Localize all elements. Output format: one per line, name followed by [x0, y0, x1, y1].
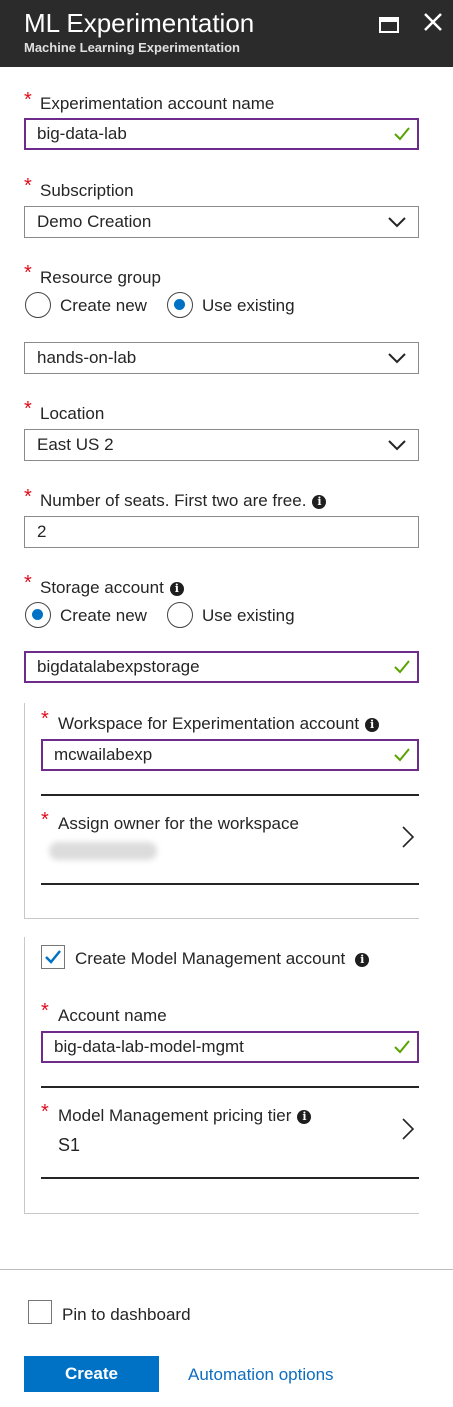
info-icon[interactable]: i [312, 495, 327, 509]
info-icon[interactable]: i [365, 718, 380, 732]
storage-label: Storage account [40, 578, 164, 597]
workspace-label-row: Workspace for Experimentation account i [58, 714, 380, 734]
info-icon[interactable]: i [297, 1110, 312, 1124]
create-model-management-label[interactable]: Create Model Management account [75, 949, 345, 968]
location-label: Location [40, 404, 105, 423]
chevron-down-icon [388, 353, 406, 364]
footer-divider [0, 1269, 453, 1270]
subscription-value: Demo Creation [37, 212, 152, 231]
pricing-tier-label: Model Management pricing tier [58, 1106, 292, 1125]
required-marker: * [24, 89, 32, 111]
pricing-tier-value: S1 [58, 1135, 81, 1155]
required-marker: * [41, 708, 49, 730]
pricing-tier-label-row: Model Management pricing tier i [58, 1106, 312, 1126]
maximize-icon[interactable] [376, 12, 402, 36]
required-marker: * [24, 486, 32, 508]
subscription-label: Subscription [40, 181, 134, 200]
workspace-label: Workspace for Experimentation account [58, 714, 360, 733]
automation-options-link[interactable]: Automation options [188, 1365, 334, 1385]
divider [41, 1177, 419, 1179]
account-name-input[interactable]: big-data-lab-model-mgmt [41, 1031, 419, 1063]
resource-group-label: Resource group [40, 268, 161, 287]
location-value: East US 2 [37, 435, 114, 454]
assign-owner-picker[interactable]: * Assign owner for the workspace [41, 800, 419, 880]
divider [41, 883, 419, 885]
storage-create-new-label[interactable]: Create new [60, 606, 147, 626]
divider [41, 794, 419, 796]
resource-group-create-new-radio[interactable] [25, 292, 51, 318]
account-name-label: Account name [58, 1006, 167, 1025]
location-select[interactable]: East US 2 [24, 429, 419, 461]
resource-group-use-existing-radio[interactable] [167, 292, 193, 318]
checkmark-icon [394, 1040, 410, 1054]
pin-to-dashboard-label[interactable]: Pin to dashboard [62, 1305, 191, 1325]
required-marker: * [24, 398, 32, 420]
seats-value: 2 [37, 522, 47, 541]
blade-header: ML Experimentation Machine Learning Expe… [0, 0, 453, 67]
experimentation-account-input[interactable]: big-data-lab [24, 118, 419, 150]
redacted-owner-value [49, 842, 157, 860]
close-icon[interactable] [420, 8, 446, 36]
storage-label-row: Storage account i [40, 578, 184, 598]
blade-subtitle: Machine Learning Experimentation [24, 40, 240, 55]
divider [41, 1086, 419, 1088]
seats-input[interactable]: 2 [24, 516, 419, 548]
seats-label-row: Number of seats. First two are free. i [40, 491, 327, 511]
account-name-value: big-data-lab-model-mgmt [54, 1037, 244, 1056]
blade-title: ML Experimentation [24, 8, 255, 38]
create-model-management-label-row: Create Model Management account i [75, 949, 370, 969]
required-marker: * [24, 175, 32, 197]
required-marker: * [24, 572, 32, 594]
storage-account-input[interactable]: bigdatalabexpstorage [24, 651, 419, 683]
resource-group-create-new-label[interactable]: Create new [60, 296, 147, 316]
pin-to-dashboard-checkbox[interactable] [28, 1300, 52, 1324]
storage-create-new-radio[interactable] [25, 602, 51, 628]
resource-group-use-existing-label[interactable]: Use existing [202, 296, 295, 316]
required-marker: * [41, 809, 49, 831]
experimentation-account-value: big-data-lab [37, 124, 127, 143]
chevron-right-icon [402, 826, 415, 848]
checkmark-icon [394, 660, 410, 674]
assign-owner-label: Assign owner for the workspace [58, 814, 299, 833]
experimentation-account-label: Experimentation account name [40, 94, 275, 113]
required-marker: * [41, 1101, 49, 1123]
chevron-down-icon [388, 440, 406, 451]
info-icon[interactable]: i [169, 582, 184, 596]
resource-group-value: hands-on-lab [37, 348, 137, 367]
workspace-input[interactable]: mcwailabexp [41, 739, 419, 771]
checkmark-icon [394, 748, 410, 762]
storage-use-existing-label[interactable]: Use existing [202, 606, 295, 626]
subscription-select[interactable]: Demo Creation [24, 206, 419, 238]
create-button[interactable]: Create [24, 1356, 159, 1392]
pricing-tier-picker[interactable]: * Model Management pricing tier i S1 [41, 1092, 419, 1176]
checkmark-icon [394, 127, 410, 141]
required-marker: * [41, 1000, 49, 1022]
chevron-down-icon [388, 217, 406, 228]
seats-label: Number of seats. First two are free. [40, 491, 307, 510]
storage-use-existing-radio[interactable] [167, 602, 193, 628]
resource-group-select[interactable]: hands-on-lab [24, 342, 419, 374]
create-model-management-checkbox[interactable] [41, 945, 65, 969]
required-marker: * [24, 262, 32, 284]
workspace-value: mcwailabexp [54, 745, 153, 764]
storage-account-value: bigdatalabexpstorage [37, 657, 200, 676]
info-icon[interactable]: i [355, 953, 370, 967]
chevron-right-icon [402, 1118, 415, 1140]
